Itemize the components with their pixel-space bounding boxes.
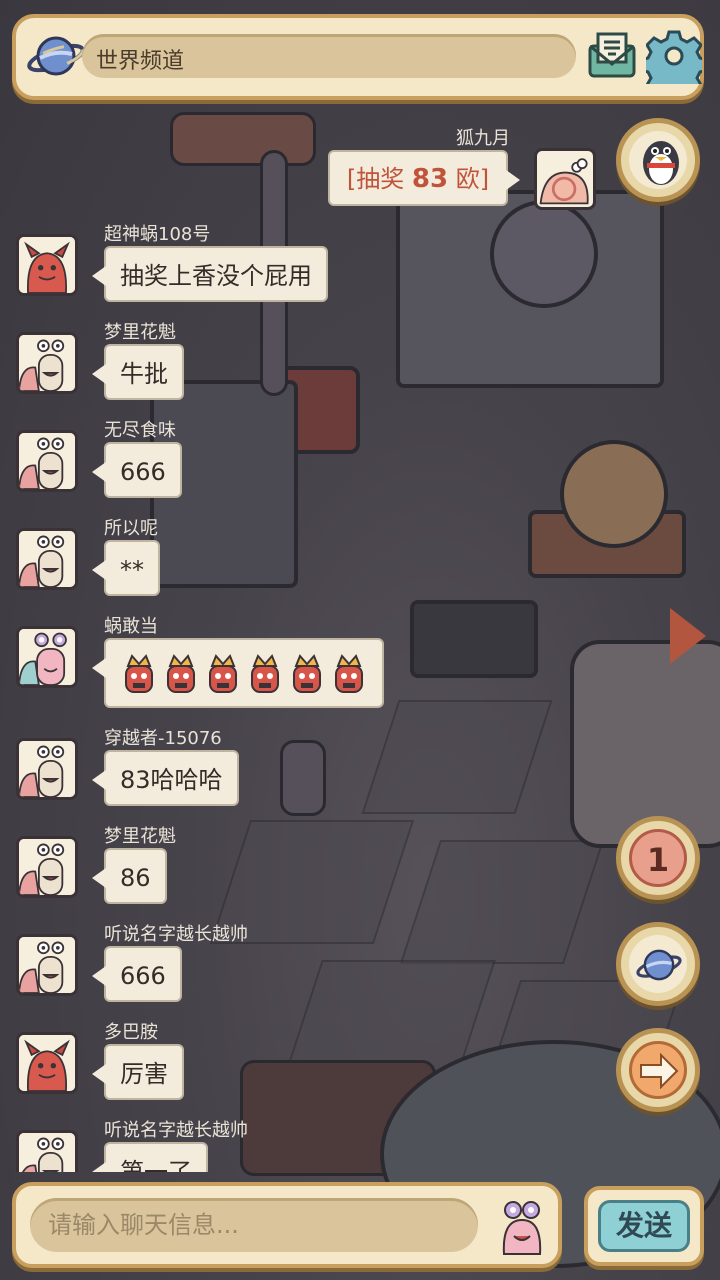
username: 听说名字越长越帅 [104, 1120, 248, 1141]
send-button-label: 发送 [598, 1200, 690, 1252]
notification-badge-button[interactable]: 1 [616, 816, 700, 900]
username: 穿越者-15076 [104, 728, 222, 749]
avatar[interactable] [16, 1032, 78, 1094]
avatar[interactable] [16, 836, 78, 898]
share-arrow-button[interactable] [616, 1028, 700, 1112]
crowned-demon-emoji-icon [293, 654, 321, 693]
username: 蜗敢当 [104, 616, 158, 637]
emoji-picker-icon[interactable] [492, 1196, 552, 1256]
crowned-demon-emoji-icon [125, 654, 153, 693]
username: 梦里花魁 [104, 826, 176, 847]
crowned-demon-emoji-icon [335, 654, 363, 693]
planet-icon[interactable] [26, 28, 86, 84]
avatar[interactable] [16, 430, 78, 492]
emoji-message-bubble[interactable] [92, 638, 384, 708]
message-bubble[interactable]: 666 [92, 946, 182, 1002]
message-composer [12, 1182, 562, 1268]
channel-header: 世界频道 [12, 14, 704, 100]
message-bubble[interactable]: 抽奖上香没个屁用 [92, 246, 328, 302]
arrow-right-icon [640, 1053, 679, 1089]
message-bubble[interactable]: ** [92, 540, 160, 596]
crowned-demon-emoji-icon [209, 654, 237, 693]
avatar[interactable] [16, 738, 78, 800]
emoji-row [120, 640, 368, 706]
planet-icon [636, 949, 682, 981]
avatar[interactable] [16, 528, 78, 590]
expand-arrow-icon[interactable] [670, 608, 706, 664]
username: 所以呢 [104, 518, 158, 539]
chat-list[interactable]: 超神蜗108号 抽奖上香没个屁用 梦里花魁 牛批 无尽食味 666 所以呢 **… [0, 112, 720, 1172]
username: 梦里花魁 [104, 322, 176, 343]
notification-count: 1 [646, 841, 670, 879]
username: 多巴胺 [104, 1022, 158, 1043]
message-bubble[interactable]: 第一了 [92, 1142, 208, 1172]
message-bubble[interactable]: 86 [92, 848, 167, 904]
channel-label: 世界频道 [96, 49, 185, 74]
message-bubble[interactable]: 666 [92, 442, 182, 498]
username: 听说名字越长越帅 [104, 924, 248, 945]
mail-icon[interactable] [584, 28, 640, 84]
avatar[interactable] [16, 934, 78, 996]
message-bubble[interactable]: 83哈哈哈 [92, 750, 239, 806]
avatar[interactable] [16, 332, 78, 394]
username: 超神蜗108号 [104, 224, 211, 245]
penguin-icon [643, 141, 679, 185]
qq-button[interactable] [616, 118, 700, 202]
crowned-demon-emoji-icon [251, 654, 279, 693]
crowned-demon-emoji-icon [167, 654, 195, 693]
world-channel-button[interactable] [616, 922, 700, 1006]
avatar[interactable] [16, 234, 78, 296]
username: 无尽食味 [104, 420, 176, 441]
message-bubble[interactable]: 牛批 [92, 344, 184, 400]
chat-input[interactable] [30, 1198, 478, 1252]
gear-icon[interactable] [646, 28, 702, 84]
avatar[interactable] [16, 626, 78, 688]
message-bubble[interactable]: 厉害 [92, 1044, 184, 1100]
channel-selector[interactable]: 世界频道 [82, 34, 576, 78]
avatar[interactable] [16, 1130, 78, 1172]
send-button[interactable]: 发送 [584, 1186, 704, 1266]
